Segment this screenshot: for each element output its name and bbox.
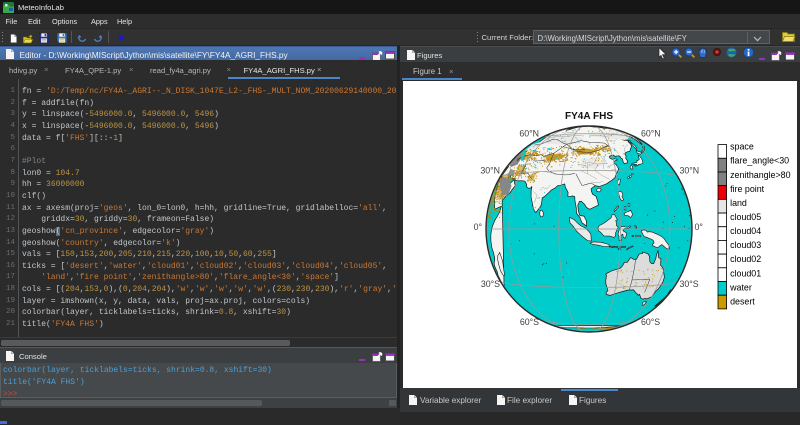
svg-text:cloud01: cloud01 [730, 268, 761, 278]
svg-text:FY4A FHS: FY4A FHS [565, 111, 613, 122]
svg-text:water: water [729, 282, 752, 292]
svg-text:desert: desert [730, 296, 755, 306]
svg-text:cloud02: cloud02 [730, 254, 761, 264]
svg-text:flare_angle<30: flare_angle<30 [730, 156, 789, 166]
svg-text:space: space [730, 142, 754, 152]
svg-text:zenithangle>80: zenithangle>80 [730, 170, 791, 180]
svg-text:60°N: 60°N [641, 129, 661, 139]
svg-text:30°N: 30°N [680, 166, 700, 176]
svg-text:cloud04: cloud04 [730, 226, 761, 236]
svg-text:60°N: 60°N [519, 129, 539, 139]
svg-text:fire point: fire point [730, 184, 765, 194]
svg-text:30°S: 30°S [481, 279, 500, 289]
svg-text:land: land [730, 198, 747, 208]
svg-text:30°N: 30°N [480, 166, 500, 176]
svg-text:0°: 0° [474, 222, 482, 232]
svg-text:cloud03: cloud03 [730, 240, 761, 250]
svg-text:60°S: 60°S [520, 317, 539, 327]
svg-text:0°: 0° [695, 222, 703, 232]
svg-text:60°S: 60°S [641, 317, 660, 327]
svg-text:30°S: 30°S [680, 279, 699, 289]
svg-text:cloud05: cloud05 [730, 212, 761, 222]
